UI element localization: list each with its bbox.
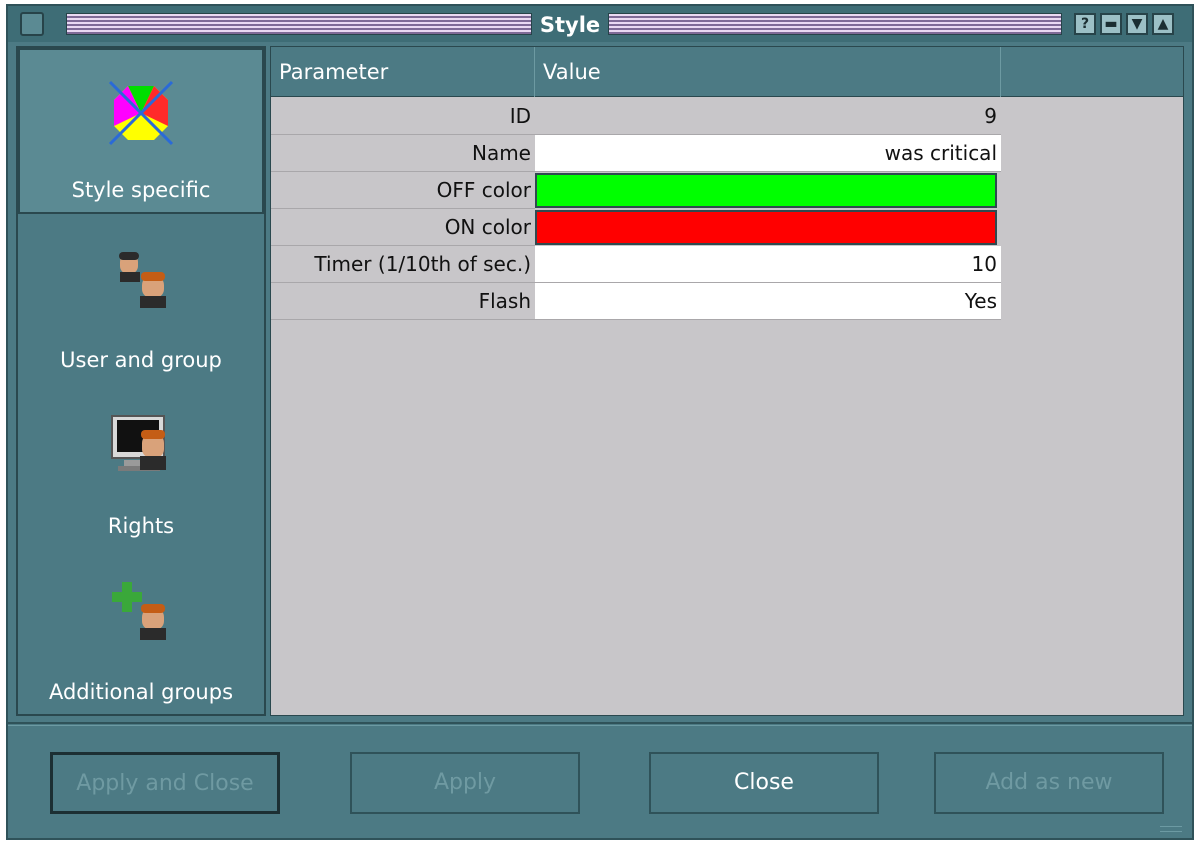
sidebar-item-rights[interactable]: Rights xyxy=(18,382,264,548)
help-icon: ? xyxy=(1080,16,1090,32)
users-icon xyxy=(106,244,176,314)
minimize-button[interactable]: ▬ xyxy=(1100,13,1122,35)
close-button[interactable]: Close xyxy=(649,752,879,814)
add-group-icon xyxy=(106,576,176,646)
table-row[interactable]: ON color xyxy=(271,209,1001,246)
value-cell[interactable]: Yes xyxy=(535,283,1001,320)
style-icon xyxy=(106,78,176,148)
column-header-value[interactable]: Value xyxy=(535,47,1001,97)
triangle-down-icon: ▼ xyxy=(1131,16,1143,32)
sidebar-item-label: Additional groups xyxy=(48,680,234,704)
off-color-swatch[interactable] xyxy=(535,173,997,208)
sidebar-item-label: Style specific xyxy=(71,178,211,202)
value-cell: 9 xyxy=(535,98,1001,135)
triangle-up-icon: ▲ xyxy=(1157,16,1169,32)
title-stripes-right xyxy=(608,13,1062,35)
help-button[interactable]: ? xyxy=(1074,13,1096,35)
table-row[interactable]: ID 9 xyxy=(271,98,1001,135)
sidebar-item-style-specific[interactable]: Style specific xyxy=(18,48,264,214)
title-stripes-left xyxy=(66,13,532,35)
shade-up-button[interactable]: ▲ xyxy=(1152,13,1174,35)
on-color-swatch[interactable] xyxy=(535,210,997,245)
param-cell: OFF color xyxy=(271,172,535,209)
param-cell: Flash xyxy=(271,283,535,320)
param-cell: Name xyxy=(271,135,535,172)
value-cell[interactable]: was critical xyxy=(535,135,1001,172)
window-title: Style xyxy=(539,13,601,37)
shade-down-button[interactable]: ▼ xyxy=(1126,13,1148,35)
param-cell: Timer (1/10th of sec.) xyxy=(271,246,535,283)
divider xyxy=(8,722,1192,724)
column-header-parameter[interactable]: Parameter xyxy=(271,47,535,97)
param-cell: ON color xyxy=(271,209,535,246)
sidebar: Style specific User and group Rights Add… xyxy=(16,46,266,716)
style-window: Style ? ▬ ▼ ▲ Style specific User and gr… xyxy=(6,4,1194,840)
table-row[interactable]: Name was critical xyxy=(271,135,1001,172)
table-row[interactable]: Flash Yes xyxy=(271,283,1001,320)
table-row[interactable]: OFF color xyxy=(271,172,1001,209)
value-cell[interactable]: 10 xyxy=(535,246,1001,283)
minimize-icon: ▬ xyxy=(1104,16,1118,32)
window-menu-button[interactable] xyxy=(20,12,44,36)
apply-button[interactable]: Apply xyxy=(350,752,580,814)
resize-grip[interactable] xyxy=(1160,826,1182,832)
sidebar-item-label: Rights xyxy=(107,514,175,538)
sidebar-item-label: User and group xyxy=(60,348,222,372)
monitor-user-icon xyxy=(106,410,176,480)
sidebar-item-user-and-group[interactable]: User and group xyxy=(18,216,264,382)
title-bar[interactable]: Style ? ▬ ▼ ▲ xyxy=(8,6,1192,42)
param-cell: ID xyxy=(271,98,535,135)
table-row[interactable]: Timer (1/10th of sec.) 10 xyxy=(271,246,1001,283)
divider-highlight xyxy=(8,725,1192,726)
table-header: Parameter Value xyxy=(271,47,1183,97)
apply-and-close-button[interactable]: Apply and Close xyxy=(50,752,280,814)
add-as-new-button[interactable]: Add as new xyxy=(934,752,1164,814)
parameter-table: Parameter Value ID 9 Name was critical O… xyxy=(270,46,1184,716)
sidebar-item-additional-groups[interactable]: Additional groups xyxy=(18,548,264,714)
